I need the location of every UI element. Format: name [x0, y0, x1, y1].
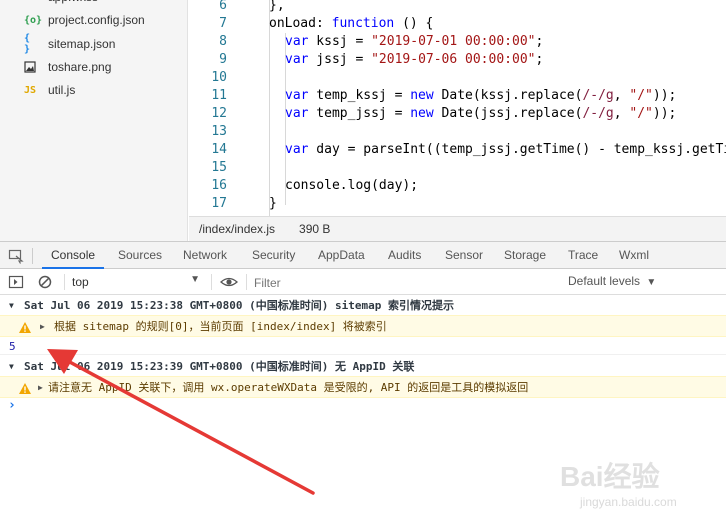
prompt-chevron-icon: › — [8, 398, 16, 413]
tab-console[interactable]: Console — [42, 242, 105, 269]
line-number: 13 — [211, 124, 227, 139]
watermark: Bai经验 jingyan.baidu.com — [560, 455, 720, 515]
console-group-sitemap[interactable]: ▼ Sat Jul 06 2019 15:23:38 GMT+0800 (中国标… — [0, 296, 726, 315]
line-number: 6 — [219, 0, 227, 13]
line-number: 14 — [211, 142, 227, 157]
image-file-icon — [24, 61, 42, 73]
tab-wxml[interactable]: Wxml — [619, 242, 649, 269]
file-item-toshare[interactable]: toshare.png — [24, 57, 111, 77]
line-number: 10 — [211, 70, 227, 85]
line-number: 15 — [211, 160, 227, 175]
watermark-brand: Bai经验 — [560, 461, 660, 492]
watermark-url: jingyan.baidu.com — [580, 495, 677, 509]
expand-triangle-icon[interactable]: ▶ — [40, 316, 45, 337]
eye-icon[interactable] — [220, 274, 238, 290]
console-warning-appid[interactable]: ▶ 请注意无 AppID 关联下，调用 wx.operateWXData 是受限… — [0, 376, 726, 398]
warning-text: 根据 sitemap 的规则[0]，当前页面 [index/index] 将被索… — [54, 320, 387, 333]
code-line-17: } — [269, 196, 277, 211]
code-line-14: var day = parseInt((temp_jssj.getTime() … — [285, 142, 726, 157]
expand-triangle-icon[interactable]: ▶ — [38, 377, 43, 398]
filter-input[interactable] — [252, 273, 552, 293]
tab-audits[interactable]: Audits — [388, 242, 421, 269]
console-log-day: 5 — [0, 338, 726, 355]
code-line-12: var temp_jssj = new Date(jssj.replace(/-… — [285, 106, 677, 121]
log-levels-dropdown[interactable]: Default levels ▼ — [568, 274, 656, 290]
context-value: top — [72, 275, 89, 289]
toolbar-divider — [64, 274, 65, 290]
json-file-icon: { } — [24, 33, 31, 55]
ide-top-area: app.wxss {o} project.config.json { } sit… — [0, 0, 726, 241]
code-line-9: var jssj = "2019-07-06 00:00:00"; — [285, 52, 544, 67]
editor-status-bar: /index/index.js 390 B — [189, 216, 726, 241]
line-number: 11 — [211, 88, 227, 103]
console-prompt[interactable]: › — [0, 398, 726, 414]
json-config-icon: {o} — [24, 14, 43, 26]
line-number: 8 — [219, 34, 227, 49]
devtools-tab-bar: Console Sources Network Security AppData… — [0, 241, 726, 269]
code-line-6: }, — [269, 0, 285, 13]
log-levels-label: Default levels — [568, 274, 641, 288]
tab-security[interactable]: Security — [252, 242, 295, 269]
console-toolbar: top ▼ Default levels ▼ — [0, 269, 726, 295]
line-number: 17 — [211, 196, 227, 211]
line-number: 9 — [219, 52, 227, 67]
line-number: 16 — [211, 178, 227, 193]
console-group-appid[interactable]: ▼ Sat Jul 06 2019 15:23:39 GMT+0800 (中国标… — [0, 357, 726, 376]
toolbar-divider — [211, 274, 212, 290]
inspect-element-icon[interactable] — [8, 248, 24, 264]
line-number: 12 — [211, 106, 227, 121]
code-line-16: console.log(day); — [285, 178, 419, 193]
file-path: /index/index.js — [199, 222, 276, 236]
file-label: util.js — [48, 83, 76, 97]
code-line-7: onLoad: function () { — [269, 16, 434, 31]
collapse-triangle-icon: ▼ — [9, 362, 14, 371]
context-selector[interactable]: top ▼ — [70, 269, 204, 294]
code-line-8: var kssj = "2019-07-01 00:00:00"; — [285, 34, 544, 49]
log-value: 5 — [9, 340, 16, 353]
file-item-sitemap[interactable]: { } sitemap.json — [24, 33, 116, 55]
tab-divider — [32, 248, 33, 264]
clear-console-icon[interactable] — [37, 274, 53, 290]
collapse-triangle-icon: ▼ — [9, 301, 14, 310]
caret-down-icon: ▼ — [646, 277, 657, 288]
warning-icon — [18, 320, 32, 333]
tab-appdata[interactable]: AppData — [318, 242, 365, 269]
file-label: project.config.json — [48, 13, 145, 27]
file-item-util[interactable]: JS util.js — [24, 80, 75, 100]
warning-icon — [18, 381, 32, 394]
code-line-11: var temp_kssj = new Date(kssj.replace(/-… — [285, 88, 677, 103]
toolbar-divider — [246, 274, 247, 290]
tab-network[interactable]: Network — [183, 242, 227, 269]
file-tree-item-partial[interactable]: app.wxss — [48, 0, 98, 4]
file-label: toshare.png — [48, 60, 112, 74]
file-size: 390 B — [299, 222, 331, 236]
caret-down-icon: ▼ — [190, 274, 200, 285]
js-file-icon: JS — [24, 84, 37, 96]
console-warning-sitemap[interactable]: ▶ 根据 sitemap 的规则[0]，当前页面 [index/index] 将… — [0, 315, 726, 337]
tab-sensor[interactable]: Sensor — [445, 242, 483, 269]
file-item-project-config[interactable]: {o} project.config.json — [24, 10, 145, 30]
sidebar-toggle-icon[interactable] — [8, 274, 24, 290]
tab-storage[interactable]: Storage — [504, 242, 546, 269]
file-label: sitemap.json — [48, 37, 116, 51]
line-number: 7 — [219, 16, 227, 31]
warning-text: 请注意无 AppID 关联下，调用 wx.operateWXData 是受限的,… — [48, 381, 529, 394]
line-gutter: 6 7 8 9 10 11 12 13 14 15 16 17 — [189, 0, 229, 216]
code-editor[interactable]: 6 7 8 9 10 11 12 13 14 15 16 17 }, onLoa… — [189, 0, 726, 216]
tab-trace[interactable]: Trace — [568, 242, 598, 269]
file-tree: app.wxss {o} project.config.json { } sit… — [0, 0, 188, 241]
group-title: Sat Jul 06 2019 15:23:39 GMT+0800 (中国标准时… — [24, 360, 415, 373]
group-title: Sat Jul 06 2019 15:23:38 GMT+0800 (中国标准时… — [24, 299, 455, 312]
tab-sources[interactable]: Sources — [118, 242, 162, 269]
